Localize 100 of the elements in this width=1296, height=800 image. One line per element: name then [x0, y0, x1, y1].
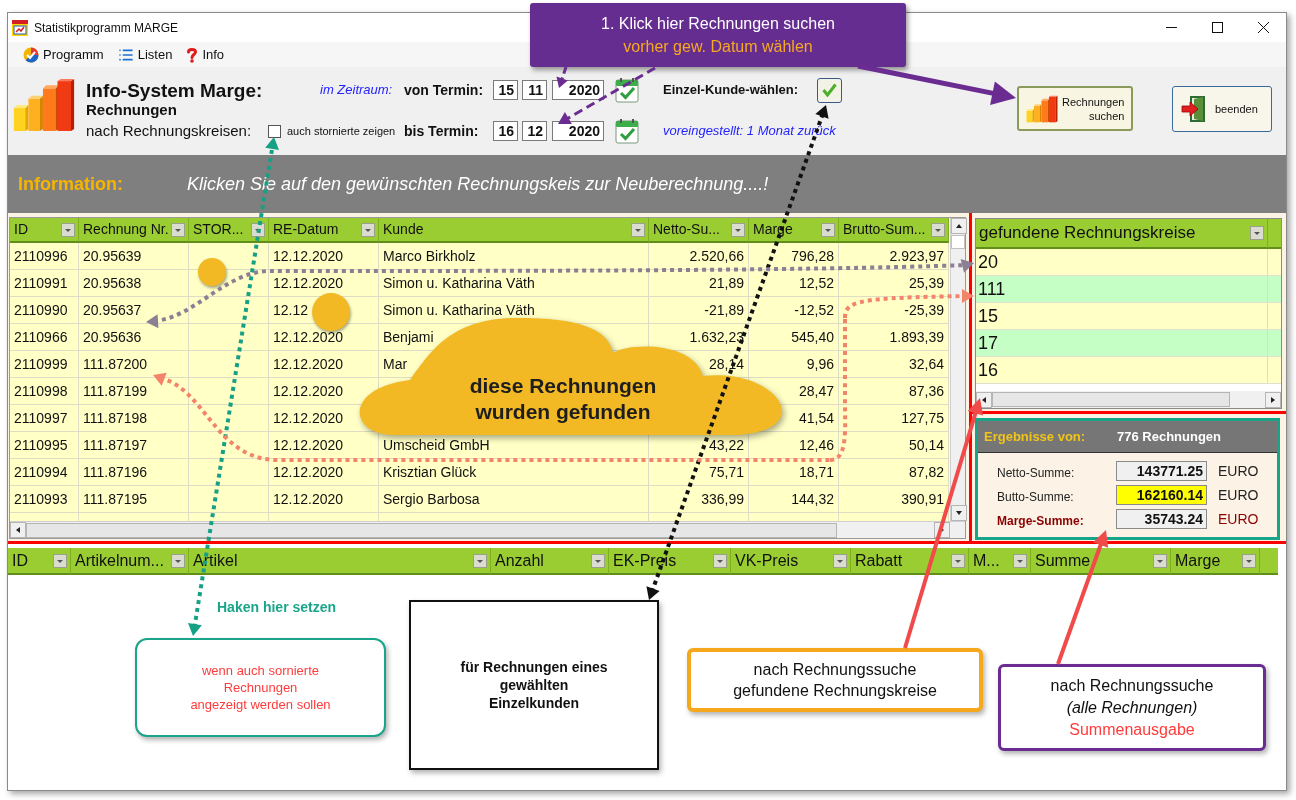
date-field[interactable]: 12 — [522, 121, 547, 141]
menu-item[interactable]: Programm — [23, 44, 104, 65]
dropdown-icon[interactable] — [821, 222, 835, 237]
note-text: für Rechnungen eines gewählten Einzelkunden — [460, 658, 608, 712]
note-text: wenn auch sornierte Rechnungen angezeigt werden sollen — [190, 662, 331, 713]
dropdown-icon[interactable] — [53, 553, 67, 568]
calendar-icon[interactable] — [615, 77, 640, 103]
column-header[interactable]: Netto-Su... — [649, 218, 749, 243]
date-field[interactable]: 15 — [493, 80, 518, 100]
dropdown-icon[interactable] — [361, 222, 375, 237]
info-label: Information: — [18, 172, 124, 196]
column-header[interactable]: M... — [969, 548, 1031, 575]
table-cell: 2.520,66 — [689, 248, 744, 264]
column-header[interactable]: Brutto-Sum... — [839, 218, 949, 243]
column-header[interactable]: RE-Datum — [269, 218, 379, 243]
table-cell: 28,14 — [708, 356, 744, 372]
column-header[interactable]: Kunde — [379, 218, 649, 243]
table-cell: 12.12.2020 — [273, 356, 344, 372]
column-header[interactable]: Rabatt — [851, 548, 969, 575]
scrollbar[interactable] — [976, 391, 1281, 408]
close-icon[interactable] — [1257, 22, 1269, 33]
sum-field: 35743.24 — [1116, 509, 1207, 529]
column-header[interactable]: Artikelnum... — [71, 548, 189, 575]
scroll-left-icon[interactable] — [10, 522, 26, 538]
table-cell: 20 — [978, 252, 999, 272]
column-header[interactable]: Rechnung Nr. — [79, 218, 189, 243]
table-cell: -21,89 — [704, 302, 744, 318]
dropdown-icon[interactable] — [951, 553, 965, 568]
dropdown-icon[interactable] — [713, 553, 727, 568]
search-button[interactable]: Rechnungen suchen — [1017, 86, 1133, 131]
scrollbar[interactable] — [10, 521, 965, 538]
sum-label: Netto-Summe: — [997, 465, 1076, 482]
dropdown-icon[interactable] — [61, 222, 75, 237]
dropdown-icon[interactable] — [171, 222, 185, 237]
table-row[interactable]: 17 — [976, 330, 1281, 357]
currency-label: EURO — [1218, 509, 1259, 529]
table-cell: 2.923,97 — [889, 248, 944, 264]
menu-item[interactable]: Info — [186, 44, 225, 65]
exit-button[interactable]: beenden — [1172, 86, 1272, 132]
table-cell: 87,82 — [908, 464, 944, 480]
table-cell: 12.12.2020 — [273, 410, 344, 426]
table-row[interactable]: 16 — [976, 357, 1281, 384]
table-row[interactable]: 20 — [976, 249, 1281, 276]
table-cell: -25,39 — [904, 302, 944, 318]
table-cell: 1.632,23 — [689, 329, 744, 345]
dropdown-icon[interactable] — [1153, 553, 1167, 568]
column-header[interactable]: Marge — [1171, 548, 1260, 575]
table-cell: Sergio Barbosa — [383, 491, 480, 507]
scrollbar-thumb[interactable] — [951, 235, 965, 249]
table-cell: 43,22 — [708, 437, 744, 453]
column-header[interactable]: Summe — [1031, 548, 1171, 575]
table-cell: 2110999 — [14, 356, 68, 372]
exit-door-icon — [1181, 95, 1207, 123]
checkbox[interactable] — [268, 124, 281, 138]
column-header[interactable]: Marge — [749, 218, 839, 243]
table-cell: 336,99 — [701, 491, 744, 507]
scroll-right-icon[interactable] — [1265, 391, 1281, 408]
table-row[interactable]: 15 — [976, 303, 1281, 330]
column-header[interactable]: gefundene Rechnungskreise — [976, 219, 1267, 249]
calendar-icon[interactable] — [615, 118, 640, 144]
dropdown-icon[interactable] — [1242, 553, 1256, 568]
table-cell: 12.12.2020 — [273, 464, 344, 480]
scrollbar-thumb[interactable] — [26, 522, 837, 538]
scrollbar[interactable] — [950, 218, 965, 521]
column-header[interactable]: ID — [10, 218, 79, 243]
scroll-down-icon[interactable] — [951, 505, 967, 521]
sum-label: Marge-Summe: — [997, 513, 1085, 530]
date-field[interactable]: 2020 — [552, 121, 604, 141]
dropdown-icon[interactable] — [171, 553, 185, 568]
dropdown-icon[interactable] — [1013, 553, 1027, 568]
menu-item[interactable]: Listen — [117, 44, 173, 65]
dropdown-icon[interactable] — [931, 222, 945, 237]
dropdown-icon[interactable] — [631, 222, 645, 237]
column-header[interactable]: Anzahl — [491, 548, 609, 575]
column-header[interactable]: VK-Preis — [731, 548, 851, 575]
checkbox[interactable] — [817, 77, 842, 103]
dropdown-icon[interactable] — [591, 553, 605, 568]
dropdown-icon[interactable] — [731, 222, 745, 237]
column-header — [1260, 548, 1278, 575]
dropdown-icon[interactable] — [473, 553, 487, 568]
table-cell: 17 — [978, 333, 999, 353]
column-header[interactable]: ID — [8, 548, 71, 575]
scroll-up-icon[interactable] — [951, 218, 967, 234]
currency-label: EURO — [1218, 485, 1259, 505]
dropdown-icon[interactable] — [1250, 226, 1264, 240]
field-label: von Termin: — [404, 80, 485, 100]
dropdown-icon[interactable] — [833, 553, 847, 568]
column-header[interactable]: EK-Preis — [609, 548, 731, 575]
bar-chart-icon — [1026, 94, 1058, 123]
table-cell: 144,32 — [791, 491, 834, 507]
column-header[interactable]: STOR... — [189, 218, 269, 243]
currency-label: EURO — [1218, 461, 1259, 481]
maximize-icon[interactable] — [1211, 22, 1223, 33]
scrollbar-thumb[interactable] — [992, 392, 1230, 407]
date-field[interactable]: 16 — [493, 121, 518, 141]
column-header[interactable]: Artikel — [189, 548, 491, 575]
field-label: bis Termin: — [404, 121, 480, 141]
date-field[interactable]: 2020 — [552, 80, 604, 100]
table-row[interactable]: 111 — [976, 276, 1281, 303]
date-field[interactable]: 11 — [522, 80, 547, 100]
